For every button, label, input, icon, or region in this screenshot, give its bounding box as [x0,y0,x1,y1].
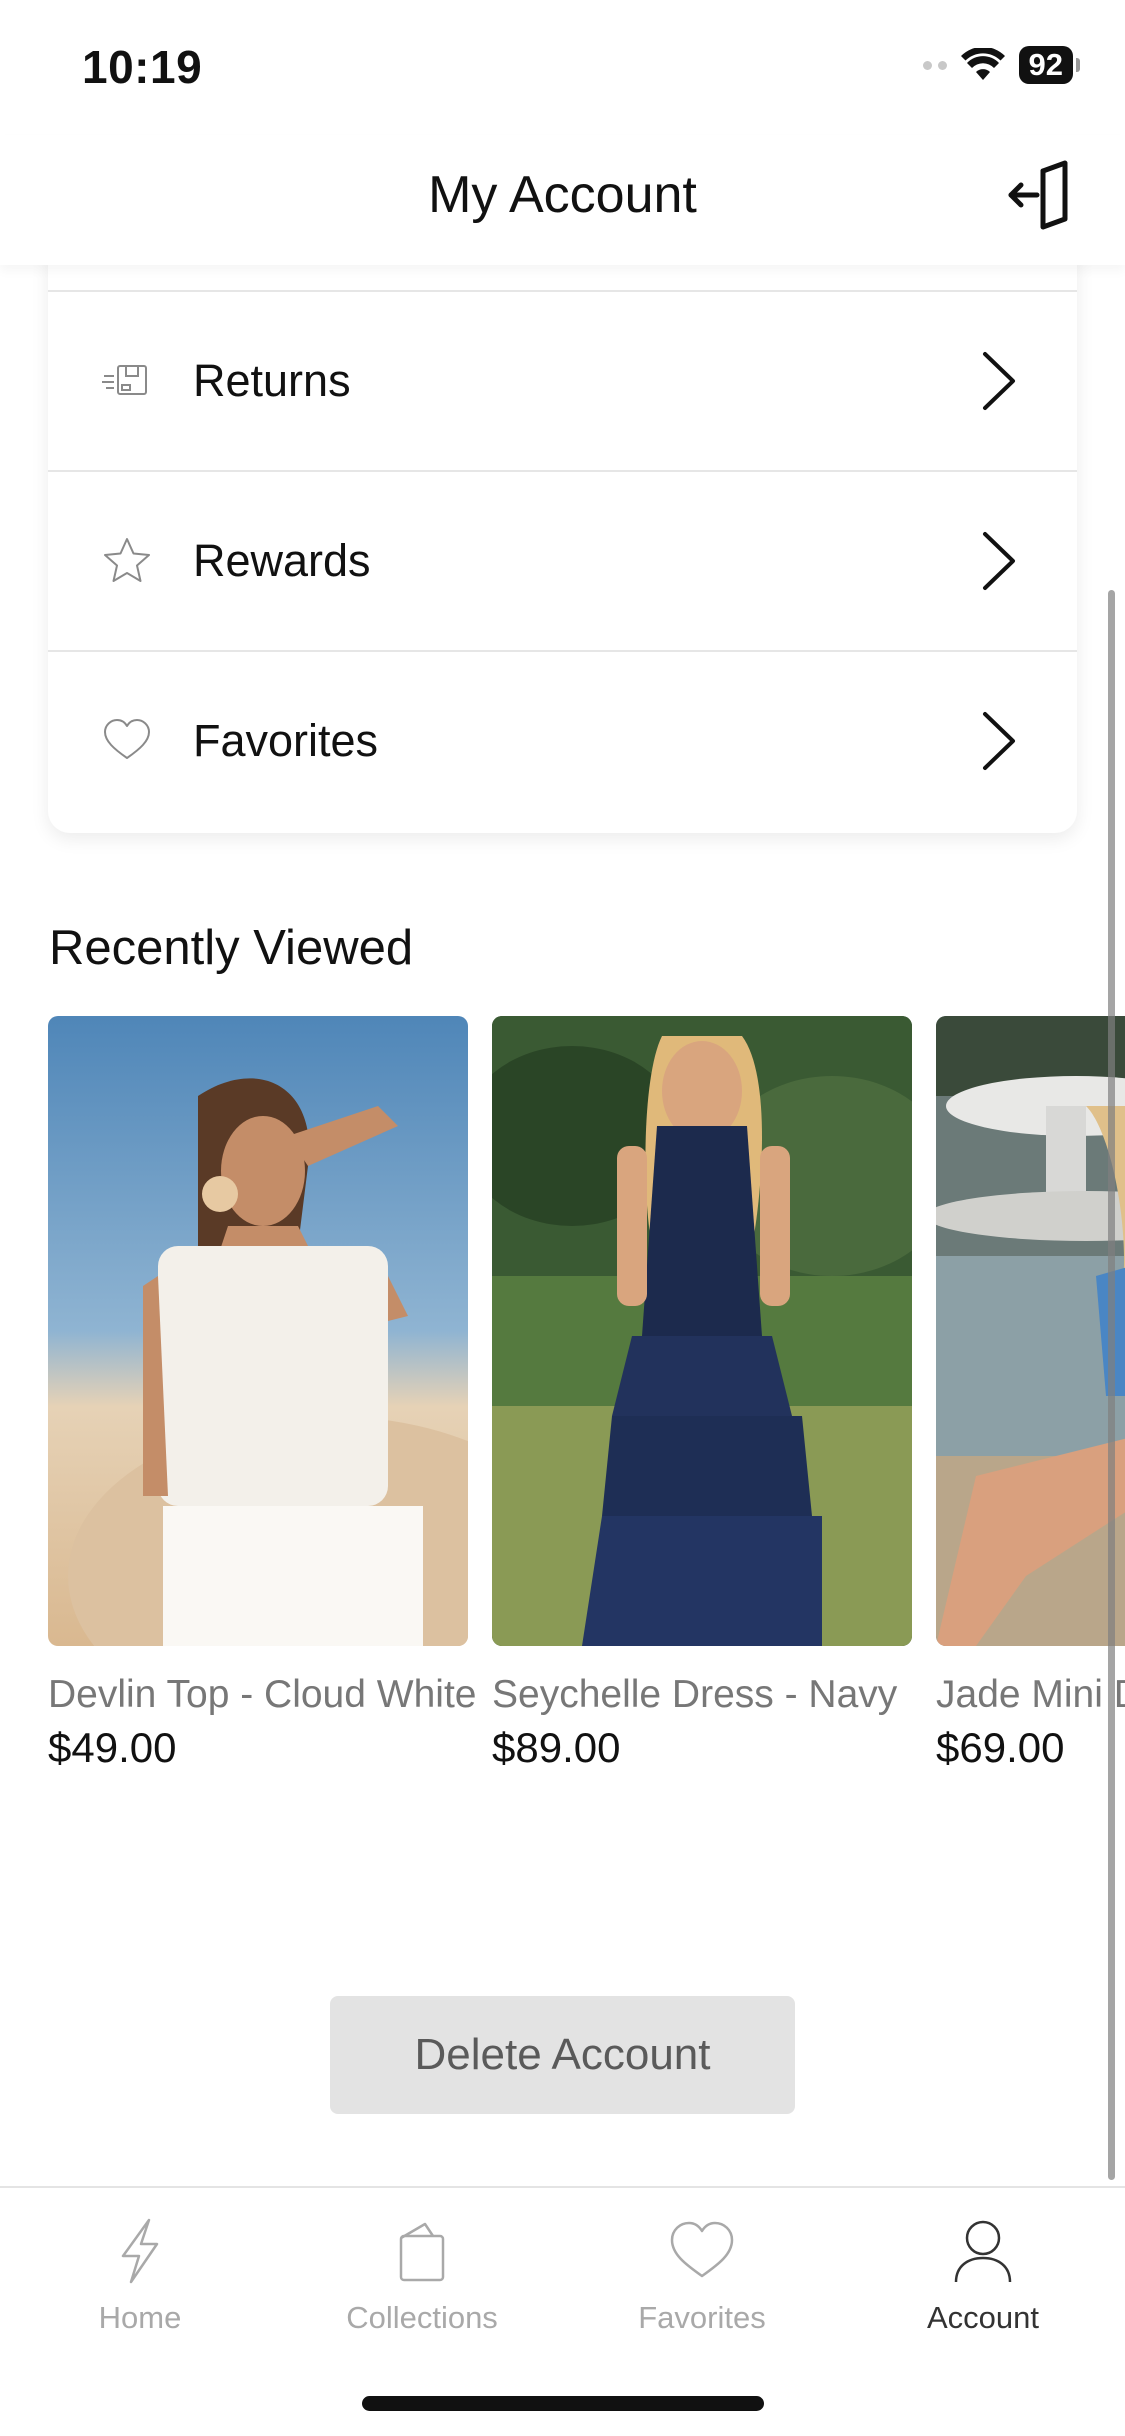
tab-label: Home [98,2300,182,2335]
product-price: $49.00 [48,1724,177,1771]
tab-collections[interactable]: Collections [302,2216,542,2336]
product-image[interactable] [48,1016,468,1646]
star-icon [104,538,150,582]
chevron-right-icon [983,532,1015,590]
product-image[interactable] [492,1016,912,1646]
product-price: $89.00 [492,1724,621,1771]
tab-label: Favorites [638,2300,766,2335]
wifi-icon [960,48,1005,80]
menu-item-rewards[interactable]: Rewards [48,470,1077,650]
person-icon [954,2220,1012,2283]
scrollbar[interactable] [1108,590,1115,2180]
product-image[interactable] [936,1016,1125,1646]
menu-item-label: Returns [193,355,351,406]
product-name[interactable]: Jade Mini Dress [936,1672,1125,1718]
chevron-right-icon [983,352,1015,410]
menu-item-favorites[interactable]: Favorites [48,650,1077,830]
status-bar: 10:19 92 [0,0,1125,135]
logout-icon[interactable] [1003,157,1081,235]
status-indicators: 92 [922,46,1081,84]
recently-viewed-title: Recently Viewed [49,921,414,975]
product-card[interactable]: Seychelle Dress - Navy $89.00 [492,1016,912,1772]
lightning-icon [121,2218,159,2284]
status-time: 10:19 [82,41,203,93]
nav-header: My Account [0,135,1125,265]
tab-home[interactable]: Home [20,2216,260,2336]
battery-indicator: 92 [1018,46,1081,84]
page-title: My Account [428,166,697,224]
product-name[interactable]: Devlin Top - Cloud White [48,1672,478,1718]
tab-label: Collections [346,2300,498,2335]
delete-account-button[interactable]: Delete Account [330,1996,795,2114]
product-card[interactable]: Jade Mini Dress $69.00 [936,1016,1125,1772]
tab-label: Account [926,2300,1039,2335]
recently-viewed-carousel[interactable]: Devlin Top - Cloud White $49.00 Seychell… [0,1016,1125,1836]
menu-item-returns[interactable]: Returns [48,290,1077,470]
tab-favorites[interactable]: Favorites [582,2216,822,2336]
cellular-signal-icon [922,60,947,70]
product-price: $69.00 [936,1724,1065,1771]
product-name[interactable]: Seychelle Dress - Navy [492,1672,922,1718]
chevron-right-icon [983,712,1015,770]
menu-item-label: Rewards [193,535,371,586]
tab-account[interactable]: Account [863,2216,1103,2336]
home-indicator [362,2396,764,2411]
heart-icon [670,2221,734,2278]
collections-icon [399,2222,445,2282]
returns-box-icon [102,365,147,395]
heart-icon [104,719,150,759]
account-menu-card: Returns Rewards Favorites [48,200,1077,833]
menu-item-label: Favorites [193,715,379,766]
product-card[interactable]: Devlin Top - Cloud White $49.00 [48,1016,476,1772]
